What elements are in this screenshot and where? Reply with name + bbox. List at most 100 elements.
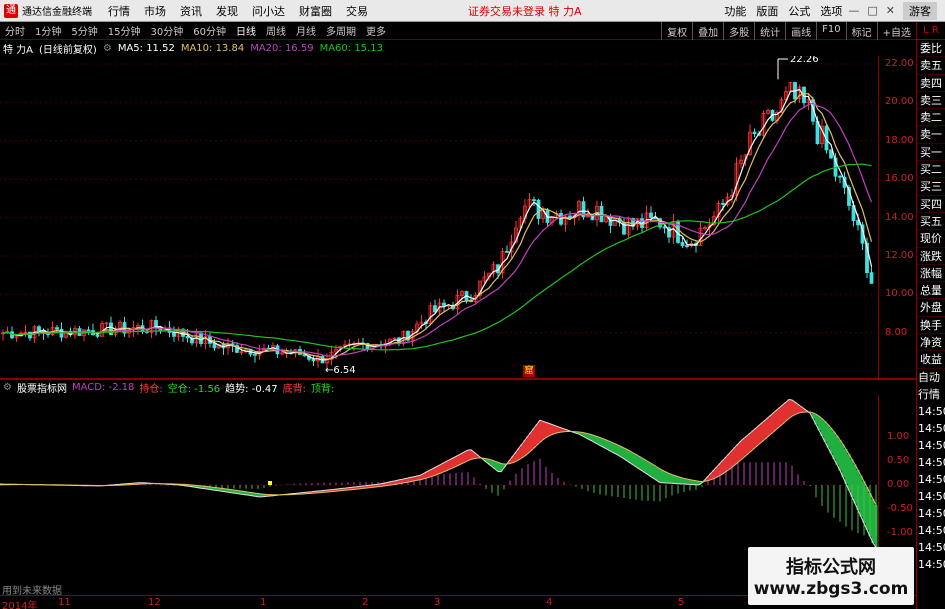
date-tick: 5 (678, 597, 685, 608)
candle-body (869, 272, 874, 284)
menu-item-market[interactable]: 市场 (144, 3, 166, 19)
candlestick-chart[interactable]: 22.26 ←6.54 (0, 56, 916, 378)
sidebar-tick: 14:50 (918, 404, 945, 418)
candle-body (829, 149, 833, 159)
period-tab[interactable]: 周线 (266, 23, 286, 38)
menu-item-quotes[interactable]: 行情 (108, 3, 130, 19)
mark-button[interactable]: 标记 (845, 21, 877, 40)
price-tick: 20.00 (885, 96, 914, 108)
menu-formula[interactable]: 公式 (788, 3, 810, 19)
maximize-icon[interactable]: □ (867, 4, 877, 17)
candle-body (568, 215, 572, 219)
multi-stock-button[interactable]: 多股 (723, 21, 754, 40)
candle-body (311, 358, 316, 362)
price-tick: 14.00 (885, 211, 914, 223)
sidebar-item[interactable]: 委比 (917, 40, 945, 58)
indicator-settings-icon[interactable]: ⚙ (3, 382, 12, 393)
sidebar-item[interactable]: 外盘 (917, 299, 945, 317)
menu-item-news[interactable]: 资讯 (180, 3, 202, 19)
sidebar-item[interactable]: 卖三 (917, 92, 945, 110)
price-axis: 22.00 20.00 18.00 16.00 14.00 12.00 10.00 8.00 (878, 56, 916, 378)
period-tab[interactable]: 30分钟 (150, 23, 183, 38)
period-tab[interactable]: 月线 (296, 23, 316, 38)
signal-marker (268, 481, 272, 485)
candle-body (212, 343, 217, 349)
period-tab-active[interactable]: 日线 (236, 23, 256, 38)
price-tick: 22.00 (885, 58, 914, 69)
sidebar-tick: 14:50 (918, 540, 945, 554)
sidebar-item[interactable]: 卖二 (917, 109, 945, 127)
price-tick: 10.00 (885, 288, 914, 300)
sidebar-item[interactable]: 现价 (917, 230, 945, 248)
date-tick: 4 (546, 597, 553, 608)
period-tab[interactable]: 15分钟 (108, 23, 141, 38)
sidebar-item[interactable]: 买三 (917, 178, 945, 196)
candle-body (536, 199, 541, 219)
period-bar: 分时 1分钟 5分钟 15分钟 30分钟 60分钟 日线 周线 月线 多周期 更… (0, 21, 916, 40)
app-logo-icon: 通 (4, 3, 18, 18)
sidebar-tick: 14:50 (918, 438, 945, 452)
ma60-value: MA60: 15.13 (319, 43, 383, 54)
menu-item-trade[interactable]: 交易 (346, 3, 368, 19)
main-menu: 行情 市场 资讯 发现 问小达 财富圈 交易 (108, 3, 368, 19)
period-tab[interactable]: 多周期 (326, 23, 356, 38)
sidebar-item[interactable]: 涨跌 (917, 248, 945, 265)
settings-icon[interactable]: ⚙ (103, 43, 112, 54)
overlay-button[interactable]: 叠加 (692, 21, 723, 40)
menu-function[interactable]: 功能 (724, 3, 746, 19)
sidebar-item[interactable]: 买二 (917, 161, 945, 179)
chart-toolbar: 复权 叠加 多股 统计 画线 F10 标记 +自选 (661, 21, 916, 40)
menu-layout[interactable]: 版面 (756, 3, 778, 19)
sidebar-item[interactable]: 总量 (917, 282, 945, 300)
statistics-button[interactable]: 统计 (754, 21, 785, 40)
guest-badge[interactable]: 游客 (903, 1, 937, 20)
draw-line-button[interactable]: 画线 (785, 21, 816, 40)
sidebar-item[interactable]: 卖五 (917, 57, 945, 75)
sidebar-item[interactable]: 收益 (917, 351, 945, 369)
candle-body (55, 327, 59, 330)
sidebar-tick: 行情 (918, 387, 940, 401)
candle-body (95, 334, 100, 337)
ma5-line (2, 88, 873, 361)
period-tab[interactable]: 60分钟 (193, 23, 226, 38)
menu-item-ask[interactable]: 问小达 (252, 3, 285, 19)
sidebar-item[interactable]: 卖一 (917, 126, 945, 144)
sidebar-item[interactable]: 买四 (917, 196, 945, 213)
watermark-badge: 指标公式网 www.zbgs3.com (748, 547, 914, 605)
dea-line (0, 411, 877, 506)
restore-right-button[interactable]: 复权 (661, 21, 692, 40)
sidebar-item[interactable]: 卖四 (917, 75, 945, 92)
candle-body (109, 322, 113, 336)
menu-item-wealth[interactable]: 财富圈 (299, 3, 332, 19)
add-watchlist-button[interactable]: +自选 (876, 21, 916, 40)
minimize-icon[interactable]: — (848, 4, 859, 17)
sidebar-item[interactable]: 买五 (917, 213, 945, 231)
price-tick: 18.00 (885, 134, 914, 146)
macd-info-bar: ⚙ 股票指标网 MACD: -2.18 持仓: 空仓: -1.56 趋势: -0… (0, 380, 916, 395)
sidebar-item[interactable]: 净资 (917, 334, 945, 352)
candle-body (37, 326, 41, 332)
info-mine-icon[interactable]: 窟 (523, 365, 535, 377)
sidebar-item[interactable]: 涨幅 (917, 265, 945, 283)
sidebar-tick: 14:50 (918, 472, 945, 486)
sidebar-tick: 14:50 (918, 523, 945, 537)
period-tab[interactable]: 5分钟 (71, 23, 97, 38)
sidebar-tick: 自动 (918, 370, 940, 384)
sidebar-toggle[interactable]: L R (917, 22, 945, 40)
period-tab[interactable]: 更多 (366, 23, 386, 38)
login-alert[interactable]: 证券交易未登录 特 力A (468, 3, 582, 19)
sidebar-item[interactable]: 换手 (917, 317, 945, 335)
sidebar-item[interactable]: 买一 (917, 144, 945, 162)
period-tab[interactable]: 分时 (5, 23, 25, 38)
price-tick: 16.00 (885, 173, 914, 185)
f10-button[interactable]: F10 (816, 21, 845, 40)
menu-options[interactable]: 选项 (820, 3, 842, 19)
candle-body (86, 329, 91, 332)
period-tab[interactable]: 1分钟 (35, 23, 61, 38)
stock-name: 特 力A (3, 45, 34, 56)
close-icon[interactable]: ✕ (886, 4, 895, 17)
menu-item-discover[interactable]: 发现 (216, 3, 238, 19)
candle-body (433, 305, 437, 313)
date-tick: 12 (148, 597, 161, 608)
date-tick: 11 (58, 597, 71, 608)
